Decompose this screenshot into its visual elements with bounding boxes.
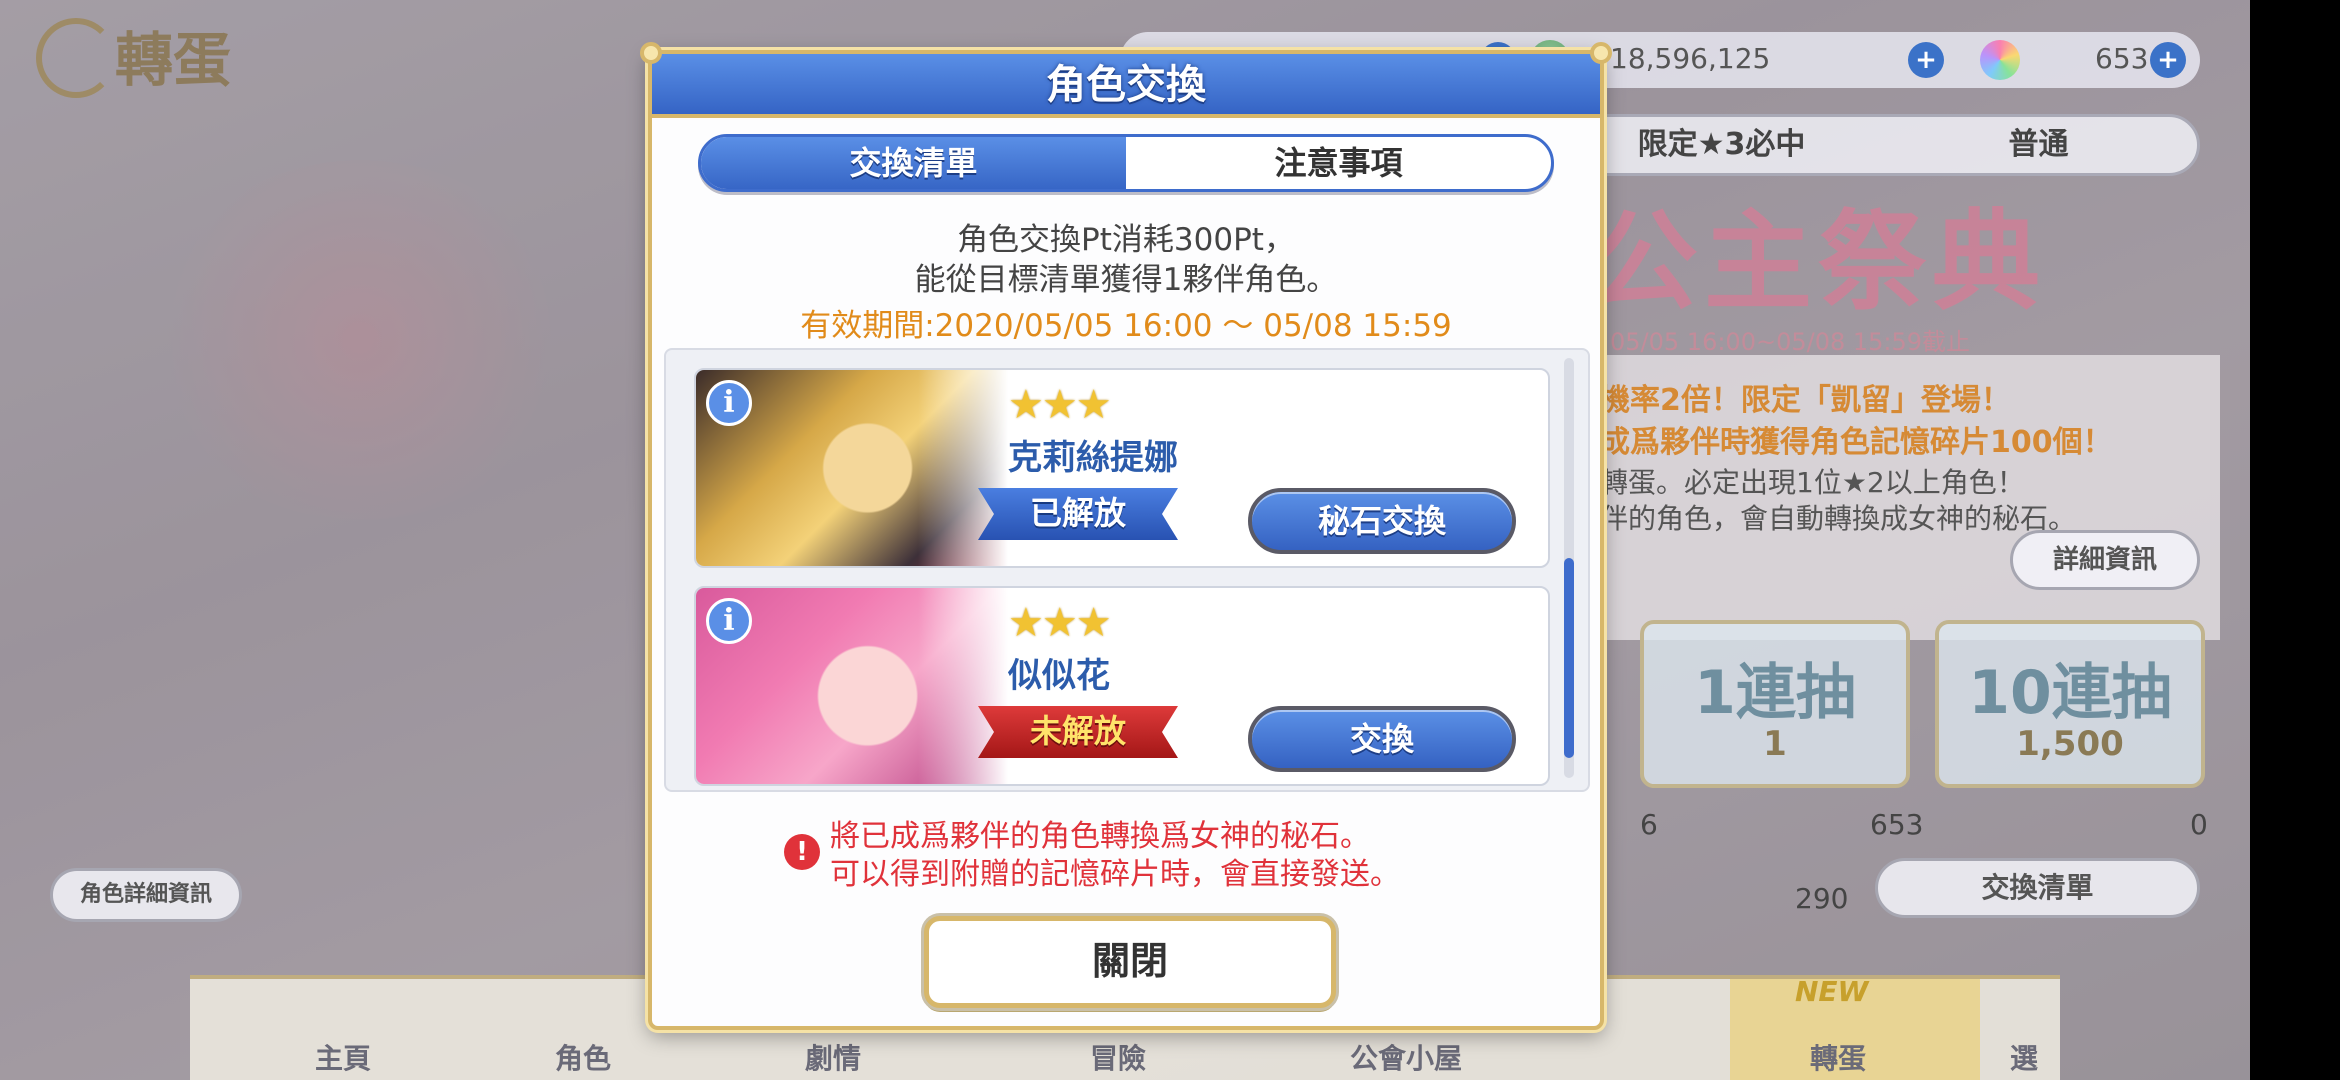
tab-normal-banner[interactable]: 普通 [1880, 117, 2197, 173]
info-icon[interactable]: i [706, 598, 752, 644]
warning-text: 將已成爲夥伴的角色轉換爲女神的秘石。 可以得到附贈的記憶碎片時，會直接發送。 [830, 818, 1590, 894]
close-button[interactable]: 關閉 [924, 916, 1336, 1008]
banner-info-line: 轉蛋。必定出現1位★2以上角色！ [1600, 466, 2025, 499]
exchange-description: 能從目標清單獲得1夥伴角色。 [914, 262, 1338, 298]
scrollbar-thumb[interactable] [1564, 558, 1574, 758]
character-name: 克莉絲提娜 [1008, 438, 1178, 478]
banner-info-line: 機率2倍！限定「凱留」登場！ [1600, 383, 2011, 418]
title-ornament-icon [36, 18, 116, 98]
character-card: i ★★★ 似似花 未解放 交換 [694, 586, 1550, 786]
add-mana-button[interactable]: + [1908, 42, 1944, 78]
jewel-exchange-button[interactable]: 秘石交換 [1248, 488, 1516, 554]
single-draw-button[interactable]: 1連抽 1 [1640, 620, 1910, 788]
banner-info-panel: 機率2倍！限定「凱留」登場！ 成爲夥伴時獲得角色記憶碎片100個！ 轉蛋。必定出… [1580, 355, 2220, 640]
ten-draw-title: 10連抽 [1968, 658, 2172, 728]
rarity-stars: ★★★ [1008, 382, 1112, 428]
ten-draw-button[interactable]: 10連抽 1,500 [1935, 620, 2205, 788]
nav-guild-house[interactable]: 公會小屋 [1350, 1037, 1462, 1077]
tab-limited-banner[interactable]: 限定★3必中 [1563, 117, 1880, 173]
warning-line: 可以得到附贈的記憶碎片時，會直接發送。 [830, 857, 1400, 892]
jewel-value: 653 [2095, 42, 2149, 75]
banner-tabs: 限定★3必中 普通 [1560, 114, 2200, 176]
list-scrollbar[interactable] [1564, 358, 1574, 778]
mana-value: 18,596,125 [1610, 42, 1771, 75]
character-card: i ★★★ 克莉絲提娜 已解放 秘石交換 [694, 368, 1550, 568]
info-icon[interactable]: i [706, 380, 752, 426]
rarity-stars: ★★★ [1008, 600, 1112, 646]
ten-draw-cost: 1,500 [2016, 724, 2124, 764]
corner-ornament-icon [1590, 42, 1612, 64]
jewel-icon [1980, 40, 2020, 80]
dialog-tabs: 交換清單 注意事項 [698, 134, 1554, 192]
screen-edge [2250, 0, 2340, 1080]
corner-ornament-icon [640, 42, 662, 64]
banner-title: 公主祭典 [1590, 200, 2047, 325]
single-draw-title: 1連抽 [1694, 658, 1856, 728]
valid-period: 有效期間:2020/05/05 16:00 ～ 05/08 15:59 [800, 308, 1452, 344]
new-badge: NEW [1795, 975, 1869, 1008]
character-list[interactable]: i ★★★ 克莉絲提娜 已解放 秘石交換 i ★★★ 似似花 未解放 交換 [664, 348, 1590, 792]
tab-exchange-list[interactable]: 交換清單 [701, 137, 1126, 189]
jewel-count: 653 [1870, 808, 1924, 841]
status-badge: 未解放 [978, 706, 1178, 758]
banner-dates: 05/05 16:00~05/08 15:59截止 [1610, 328, 1971, 356]
nav-characters[interactable]: 角色 [555, 1037, 611, 1077]
screen-title: 轉蛋 [30, 10, 280, 100]
dialog-title: 角色交換 [1046, 62, 1206, 108]
exchange-description: 角色交換Pt消耗300Pt， [957, 222, 1295, 258]
detail-info-button[interactable]: 詳細資訊 [2010, 530, 2200, 590]
character-detail-button[interactable]: 角色詳細資訊 [50, 868, 242, 922]
nav-home[interactable]: 主頁 [315, 1037, 371, 1077]
warning-line: 將已成爲夥伴的角色轉換爲女神的秘石。 [830, 819, 1370, 854]
status-badge: 已解放 [978, 488, 1178, 540]
nav-menu[interactable]: 選單 [2010, 1037, 2060, 1080]
ticket-count: 6 [1640, 808, 1658, 841]
exchange-points: 290 [1795, 882, 1849, 915]
dialog-header: 角色交換 [648, 50, 1604, 118]
add-jewel-button[interactable]: + [2150, 42, 2186, 78]
single-draw-cost: 1 [1763, 724, 1787, 764]
nav-story[interactable]: 劇情 [805, 1037, 861, 1077]
nav-adventure[interactable]: 冒險 [1090, 1037, 1146, 1077]
nav-gacha[interactable]: 轉蛋 [1810, 1037, 1866, 1077]
exchange-button[interactable]: 交換 [1248, 706, 1516, 772]
banner-info-line: 成爲夥伴時獲得角色記憶碎片100個！ [1600, 425, 2113, 460]
exchange-list-button[interactable]: 交換清單 [1875, 858, 2200, 918]
character-name: 似似花 [1008, 656, 1110, 696]
paid-jewel-count: 0 [2190, 808, 2208, 841]
warning-icon: ! [784, 834, 820, 870]
banner-info-line: 伴的角色，會自動轉換成女神的秘石。 [1600, 502, 2077, 535]
character-exchange-dialog: 角色交換 交換清單 注意事項 角色交換Pt消耗300Pt， 能從目標清單獲得1夥… [640, 42, 1612, 1030]
tab-notes[interactable]: 注意事項 [1126, 137, 1551, 189]
